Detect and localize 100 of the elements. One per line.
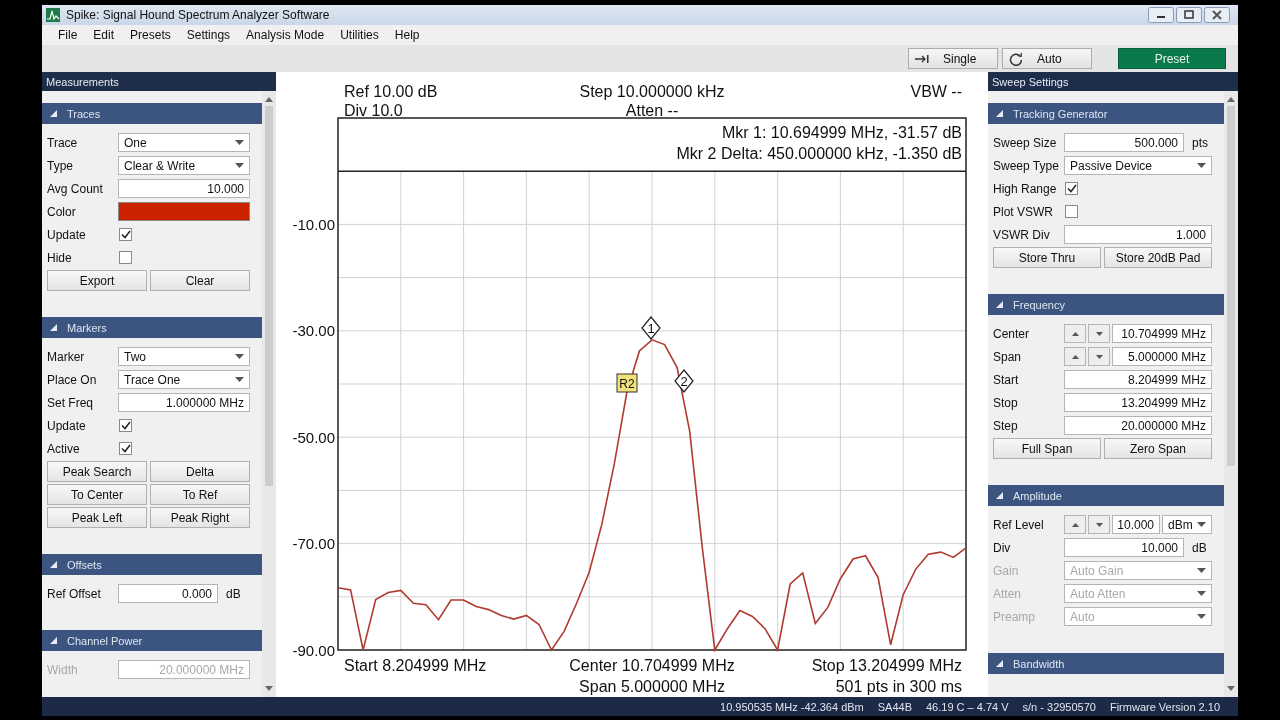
status-text: Firmware Version 2.10: [1109, 700, 1220, 713]
section-header[interactable]: Bandwidth: [988, 653, 1224, 674]
auto-sweep-button[interactable]: Auto: [1002, 48, 1092, 69]
input-field[interactable]: 10.000: [118, 179, 250, 198]
increment-button[interactable]: [1064, 324, 1086, 343]
minimize-icon[interactable]: [1148, 7, 1174, 23]
input-field[interactable]: 500.000: [1064, 133, 1184, 152]
field-label: Update: [47, 418, 87, 433]
dropdown[interactable]: Trace One: [118, 370, 250, 389]
menu-item[interactable]: Utilities: [332, 28, 387, 42]
section-header[interactable]: Markers: [42, 317, 262, 338]
reference-level-label: Ref 10.00 dB: [344, 83, 438, 100]
check-icon: [120, 230, 131, 239]
collapse-triangle-icon: [50, 637, 57, 644]
action-button[interactable]: Clear: [150, 270, 250, 291]
increment-button[interactable]: [1064, 515, 1086, 534]
panel-title: Measurements: [42, 72, 276, 91]
field-label: Ref Offset: [47, 586, 102, 601]
dropdown[interactable]: Passive Device: [1064, 156, 1212, 175]
section-header[interactable]: Channel Power: [42, 630, 262, 651]
dropdown[interactable]: One: [118, 133, 250, 152]
dropdown-caret-icon: [1197, 163, 1206, 168]
check-icon: [120, 444, 131, 453]
input-field[interactable]: 10.000: [1112, 515, 1160, 534]
checkbox[interactable]: [119, 419, 132, 432]
section-header[interactable]: Offsets: [42, 554, 262, 575]
arrow-to-bar-icon: [915, 53, 929, 64]
checkbox[interactable]: [1065, 182, 1078, 195]
checkbox[interactable]: [119, 228, 132, 241]
scrollbar[interactable]: [262, 91, 276, 697]
color-swatch[interactable]: [118, 202, 250, 221]
menu-item[interactable]: Presets: [122, 28, 179, 42]
close-icon[interactable]: [1204, 7, 1230, 23]
start-frequency-label: Start 8.204999 MHz: [344, 657, 487, 674]
input-field[interactable]: 5.000000 MHz: [1112, 347, 1212, 366]
single-sweep-button[interactable]: Single: [908, 48, 998, 69]
dropdown[interactable]: Clear & Write: [118, 156, 250, 175]
action-button[interactable]: To Ref: [150, 484, 250, 505]
action-button[interactable]: Export: [47, 270, 147, 291]
action-button[interactable]: Peak Search: [47, 461, 147, 482]
span-label: Span 5.000000 MHz: [579, 678, 725, 695]
field-label: Gain: [993, 563, 1020, 578]
input-field[interactable]: 10.704999 MHz: [1112, 324, 1212, 343]
unit-label: dB: [1192, 540, 1207, 555]
action-button[interactable]: Delta: [150, 461, 250, 482]
dropdown-caret-icon: [1197, 568, 1206, 573]
division-label: Div 10.0: [344, 102, 403, 119]
input-field[interactable]: 1.000000 MHz: [118, 393, 250, 412]
dropdown[interactable]: Two: [118, 347, 250, 366]
input-field[interactable]: 13.204999 MHz: [1064, 393, 1212, 412]
section-header[interactable]: Frequency: [988, 294, 1224, 315]
menu-item[interactable]: Analysis Mode: [238, 28, 333, 42]
decrement-button[interactable]: [1088, 324, 1110, 343]
unit-dropdown[interactable]: dBm: [1162, 515, 1212, 534]
app-logo-icon: [46, 8, 60, 22]
field-label: Color: [47, 204, 77, 219]
scrollbar[interactable]: [1224, 91, 1238, 697]
field-label: Trace: [47, 135, 79, 150]
axis-label: -10.00: [292, 215, 335, 233]
marker-label[interactable]: 2: [674, 369, 694, 393]
center-frequency-label: Center 10.704999 MHz: [569, 657, 735, 674]
checkbox[interactable]: [1065, 205, 1078, 218]
axis-label: -50.00: [292, 428, 335, 446]
stop-frequency-label: Stop 13.204999 MHz: [811, 657, 962, 674]
checkbox[interactable]: [119, 442, 132, 455]
menu-item[interactable]: Help: [386, 28, 428, 42]
collapse-triangle-icon: [996, 660, 1003, 667]
menu-item[interactable]: Settings: [178, 28, 239, 42]
menu-item[interactable]: File: [50, 28, 86, 42]
attenuation-label: Atten --: [625, 102, 679, 119]
check-icon: [1066, 184, 1077, 193]
menu-item[interactable]: Edit: [85, 28, 123, 42]
action-button[interactable]: Store 20dB Pad: [1104, 247, 1212, 268]
up-caret-icon: [1071, 331, 1079, 336]
action-button[interactable]: Peak Right: [150, 507, 250, 528]
status-text: s/n - 32950570: [1022, 700, 1096, 713]
dropdown-caret-icon: [235, 354, 244, 359]
action-button[interactable]: Zero Span: [1104, 438, 1212, 459]
input-field[interactable]: 0.000: [118, 584, 218, 603]
section-header[interactable]: Traces: [42, 103, 262, 124]
input-field[interactable]: 20.000000 MHz: [1064, 416, 1212, 435]
reference-marker-label[interactable]: R2: [616, 373, 638, 393]
input-field[interactable]: 8.204999 MHz: [1064, 370, 1212, 389]
action-button[interactable]: To Center: [47, 484, 147, 505]
action-button[interactable]: Peak Left: [47, 507, 147, 528]
decrement-button[interactable]: [1088, 515, 1110, 534]
input-field[interactable]: 1.000: [1064, 225, 1212, 244]
increment-button[interactable]: [1064, 347, 1086, 366]
maximize-icon[interactable]: [1176, 7, 1202, 23]
collapse-triangle-icon: [996, 492, 1003, 499]
marker-label[interactable]: 1: [641, 316, 661, 340]
action-button[interactable]: Store Thru: [993, 247, 1101, 268]
checkbox[interactable]: [119, 251, 132, 264]
section-header[interactable]: Tracking Generator: [988, 103, 1224, 124]
decrement-button[interactable]: [1088, 347, 1110, 366]
section-header[interactable]: Amplitude: [988, 485, 1224, 506]
window-title: Spike: Signal Hound Spectrum Analyzer Software: [66, 8, 330, 22]
preset-button[interactable]: Preset: [1118, 48, 1226, 69]
input-field[interactable]: 10.000: [1064, 538, 1184, 557]
action-button[interactable]: Full Span: [993, 438, 1101, 459]
